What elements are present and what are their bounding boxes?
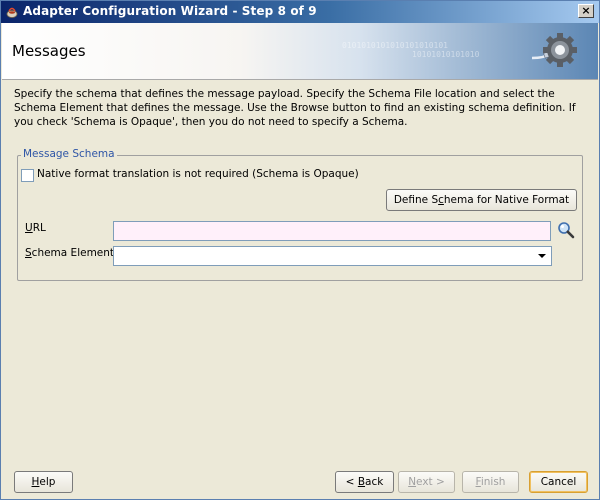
step-description: Specify the schema that defines the mess… xyxy=(14,88,576,128)
opaque-schema-label[interactable]: Native format translation is not require… xyxy=(37,168,359,180)
opaque-schema-checkbox[interactable] xyxy=(21,169,34,182)
schema-element-label: Schema Element xyxy=(25,247,114,259)
banner-binary-decoration: 0101010101010101010101 10101010101010 xyxy=(342,41,479,59)
back-label-rest: ack xyxy=(365,476,384,488)
help-label-rest: elp xyxy=(39,476,56,488)
header-banner: Messages 0101010101010101010101 10101010… xyxy=(2,23,598,79)
next-button[interactable]: Next > xyxy=(398,471,455,493)
url-label-mnemonic: U xyxy=(25,222,33,234)
url-label: URL xyxy=(25,222,46,234)
title-bar[interactable]: Adapter Configuration Wizard - Step 8 of… xyxy=(1,1,599,23)
banner-digits-line1: 0101010101010101010101 xyxy=(342,41,448,50)
app-cup-icon xyxy=(6,7,18,18)
back-label-pre: < xyxy=(345,476,358,488)
url-label-rest: RL xyxy=(32,222,46,234)
define-schema-button[interactable]: Define Schema for Native Format xyxy=(386,189,577,211)
back-label-mnemonic: B xyxy=(357,476,366,488)
page-title: Messages xyxy=(12,42,86,60)
define-schema-label-pre: Define S xyxy=(393,194,439,206)
search-icon[interactable] xyxy=(557,221,575,239)
next-label-rest: ext > xyxy=(416,476,445,488)
schema-element-label-mnemonic: S xyxy=(25,247,32,259)
schema-element-label-rest: chema Element xyxy=(31,247,115,259)
next-label-mnemonic: N xyxy=(408,476,417,488)
banner-digits-line2: 10101010101010 xyxy=(412,50,480,59)
close-button[interactable]: × xyxy=(578,4,594,18)
back-button[interactable]: < Back xyxy=(335,471,394,493)
url-input[interactable] xyxy=(113,221,551,241)
chevron-down-icon[interactable] xyxy=(534,248,550,264)
schema-element-select[interactable] xyxy=(113,246,552,266)
message-schema-legend: Message Schema xyxy=(21,148,117,160)
define-schema-label-post: hema for Native Format xyxy=(443,194,570,206)
help-button[interactable]: Help xyxy=(14,471,73,493)
window-title: Adapter Configuration Wizard - Step 8 of… xyxy=(23,4,317,18)
finish-label-rest: inish xyxy=(480,476,506,488)
cancel-button[interactable]: Cancel xyxy=(529,471,588,493)
header-divider xyxy=(2,79,598,80)
finish-button[interactable]: Finish xyxy=(462,471,519,493)
wizard-window: Adapter Configuration Wizard - Step 8 of… xyxy=(0,0,600,500)
gear-plug-icon xyxy=(531,33,577,67)
